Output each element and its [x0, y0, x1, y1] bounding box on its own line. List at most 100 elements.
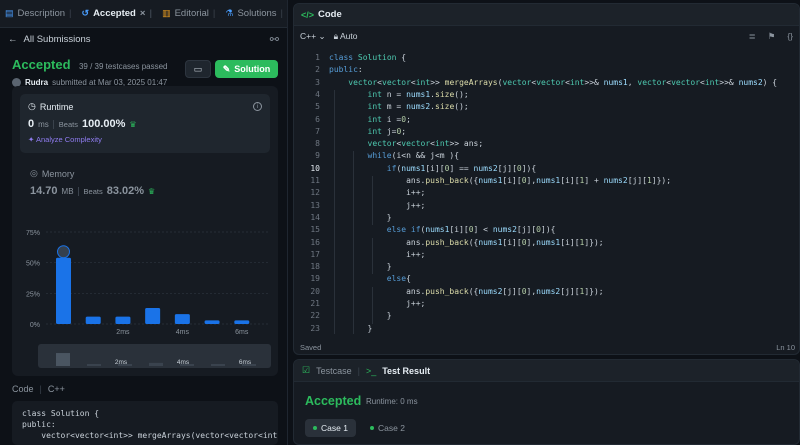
mini-x-label: 4ms [177, 359, 190, 366]
tab-editorial[interactable]: ▥ Editorial | [157, 0, 220, 27]
line-number: 20 [310, 286, 320, 296]
code-line[interactable]: i++; [329, 250, 425, 259]
arrow-left-icon[interactable]: ← [8, 34, 18, 45]
code-line[interactable]: public: [329, 65, 363, 74]
tab-solutions[interactable]: ⚗ Solutions | [220, 0, 287, 27]
runtime-card[interactable]: ◷ Runtime i 0 ms Beats 100.00% ♛ ✦ Analy… [20, 94, 270, 153]
tab-test-result[interactable]: Test Result [382, 366, 430, 376]
cursor-position: Ln 10 [776, 343, 795, 352]
mini-x-label: 6ms [239, 359, 252, 366]
braces-icon[interactable]: {} [787, 31, 793, 42]
code-line[interactable]: j++; [329, 201, 425, 210]
code-line[interactable]: int i =0; [329, 115, 411, 124]
line-number: 23 [310, 323, 320, 333]
indent-guide [372, 176, 373, 226]
chevron-down-icon: ⌄ [318, 30, 326, 41]
terminal-icon: >_ [365, 365, 377, 376]
submission-panel: ▤ Description | ↺ Accepted × | ▥ Editori… [0, 0, 288, 445]
x-tick-label: 2ms [116, 329, 130, 336]
code-line[interactable]: } [329, 262, 392, 271]
mini-x-label: 2ms [115, 359, 128, 366]
mini-bar [87, 364, 101, 366]
case-1-tab[interactable]: Case 1 [305, 419, 356, 437]
code-line[interactable]: while(i<n && j<m ){ [329, 151, 460, 160]
code-line[interactable]: else{ [329, 274, 411, 283]
code-line[interactable]: j++; [329, 299, 425, 308]
tab-label: Solutions [237, 8, 277, 19]
code-line[interactable]: vector<vector<int>> mergeArrays(vector<v… [329, 78, 777, 87]
code-line[interactable]: int m = nums2.size(); [329, 102, 469, 111]
code-line[interactable]: if(nums1[i][0] == nums2[j][0]){ [329, 164, 536, 173]
mini-bar [149, 362, 163, 366]
editor-toolbar: C++ ⌄ 🔒︎ Auto ≣ ⚑ {} [294, 26, 799, 46]
memory-value: 14.70 [30, 185, 58, 197]
lock-icon: 🔒︎ [333, 30, 339, 41]
y-tick-label: 25% [26, 291, 40, 298]
test-runtime: Runtime: 0 ms [366, 397, 418, 406]
analyze-complexity-link[interactable]: ✦ Analyze Complexity [28, 135, 262, 144]
code-line[interactable]: ans.push_back({nums1[i][0],nums1[i][1] +… [329, 176, 671, 185]
runtime-distribution-chart[interactable]: 75% 50% 25% 0% 2ms 4ms 6ms [12, 226, 278, 336]
runtime-beats: 100.00% [81, 118, 126, 130]
link-icon[interactable]: ⚯ [270, 33, 279, 46]
bookmark-icon[interactable]: ⚑ [768, 31, 776, 42]
indent-guide [372, 286, 373, 324]
memory-title: Memory [41, 168, 75, 179]
solution-button[interactable]: ✎ Solution [215, 60, 278, 78]
code-line[interactable]: i++; [329, 188, 425, 197]
mini-bar [211, 364, 225, 366]
back-bar: ← All Submissions ⚯ [0, 28, 287, 50]
tab-accepted[interactable]: ↺ Accepted × | [77, 0, 158, 27]
flask-icon: ⚗ [225, 8, 234, 18]
close-icon[interactable]: × [140, 8, 146, 19]
edit-icon: ✎ [222, 63, 231, 74]
code-line[interactable]: int n = nums1.size(); [329, 90, 469, 99]
code-editor[interactable]: 1 class Solution {2 public: 3 vector<vector… [294, 49, 799, 334]
language-select[interactable]: C++ ⌄ [300, 31, 326, 42]
memory-card[interactable]: ◎ Memory 14.70 MB Beats 83.02% ♛ [30, 168, 155, 197]
code-title: Code [318, 9, 342, 20]
line-number: 13 [310, 200, 320, 210]
code-line[interactable]: vector<vector<int>> ans; [329, 139, 484, 148]
code-panel: </> Code C++ ⌄ 🔒︎ Auto ≣ ⚑ {} 1 class Sol… [293, 3, 800, 355]
chart-bar [56, 257, 71, 324]
y-tick-label: 50% [26, 261, 40, 268]
format-icon[interactable]: ≣ [749, 31, 756, 42]
distribution-overview[interactable]: 2ms 4ms 6ms [38, 344, 271, 368]
code-line[interactable]: } [329, 311, 392, 320]
chart-bar [204, 320, 220, 324]
status-accepted: Accepted [12, 57, 71, 72]
document-icon: ▤ [5, 8, 14, 18]
line-number: 7 [315, 126, 320, 136]
tab-description[interactable]: ▤ Description | [0, 0, 77, 27]
all-submissions-link[interactable]: All Submissions [24, 34, 91, 45]
book-open-icon: ▭ [193, 63, 203, 74]
crown-icon: ♛ [148, 187, 156, 196]
code-line[interactable]: int j=0; [329, 127, 407, 136]
tab-bar: ▤ Description | ↺ Accepted × | ▥ Editori… [0, 0, 287, 28]
line-number: 11 [310, 176, 320, 185]
code-section-header: Code | C++ [12, 384, 65, 394]
code-line[interactable]: } [329, 213, 392, 222]
tab-label: Description [17, 8, 66, 19]
chart-bar [85, 316, 101, 324]
chart-bar [234, 320, 250, 324]
runtime-value: 0 [28, 118, 35, 130]
code-line[interactable]: } [329, 324, 373, 333]
y-tick-label: 75% [26, 230, 40, 237]
case-label: Case 1 [321, 423, 348, 433]
code-line[interactable]: ans.push_back({nums2[j][0],nums2[j][1]})… [329, 287, 604, 296]
line-number: 19 [310, 274, 320, 284]
chart-bar [174, 314, 190, 324]
code-line[interactable]: class Solution { [329, 53, 406, 62]
mode-label: Auto [340, 30, 358, 41]
tab-testcase[interactable]: Testcase [316, 366, 352, 376]
mini-bar [56, 353, 70, 366]
editorial-button[interactable]: ▭ [185, 60, 211, 78]
line-number: 22 [310, 311, 320, 321]
code-line[interactable]: ans.push_back({nums1[i][0],nums1[i][1]})… [329, 238, 604, 247]
case-2-tab[interactable]: Case 2 [362, 419, 413, 437]
info-icon[interactable]: i [253, 102, 262, 111]
auto-mode[interactable]: 🔒︎ Auto [334, 31, 358, 42]
code-line[interactable]: else if(nums1[i][0] < nums2[j][0]){ [329, 225, 556, 234]
